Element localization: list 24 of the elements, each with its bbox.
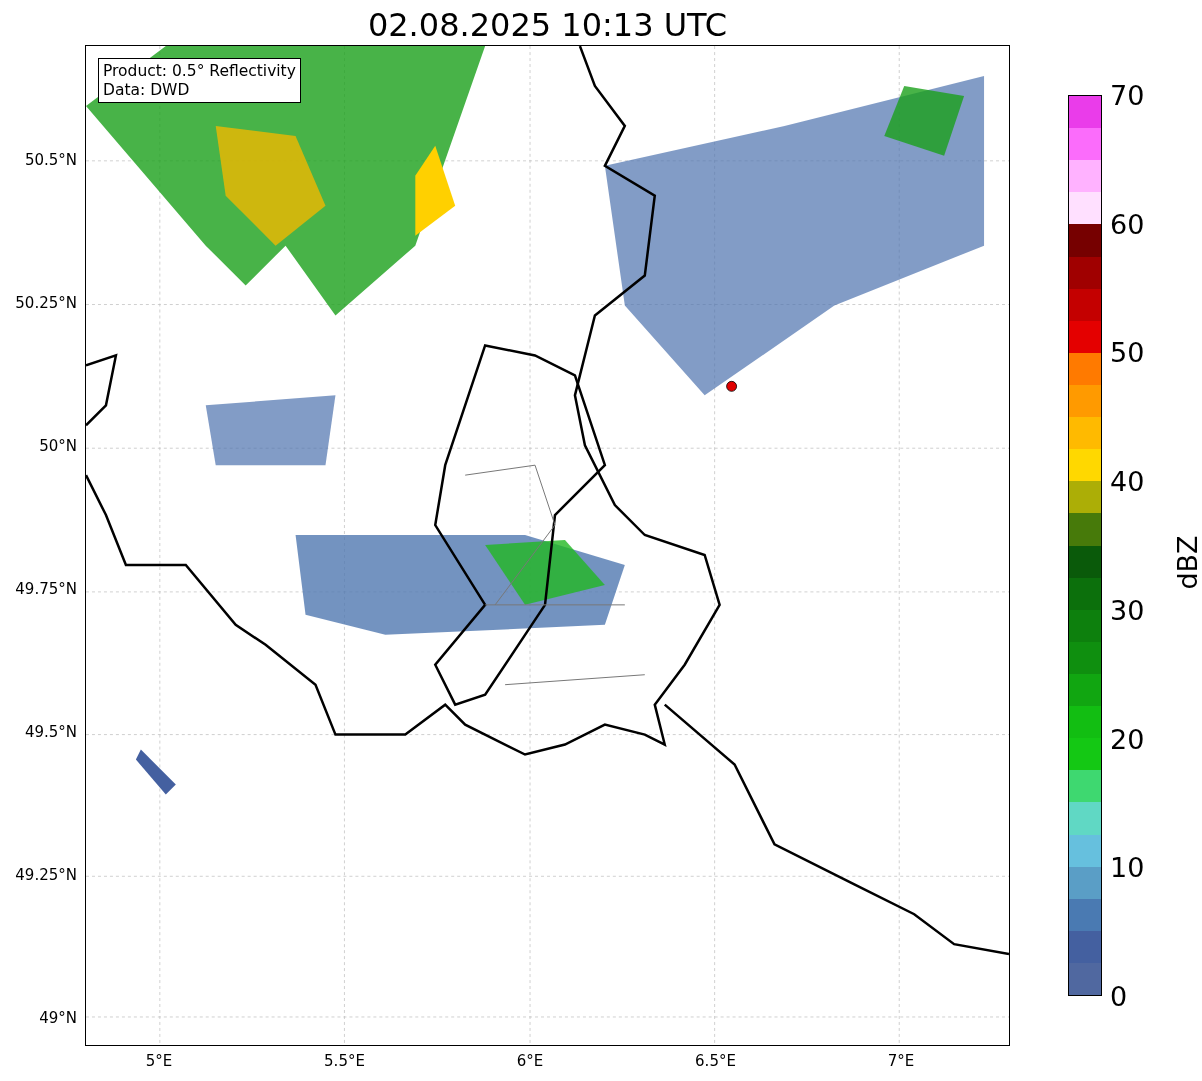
- latitude-label: 50.5°N: [24, 151, 77, 169]
- colorbar-tick-label: 20: [1110, 725, 1145, 753]
- colorbar-tick-label: 50: [1110, 338, 1145, 366]
- latitude-label: 49.25°N: [15, 866, 77, 884]
- info-text: Product: 0.5° Reflectivity: [103, 62, 296, 81]
- colorbar-tick-label: 70: [1110, 81, 1145, 109]
- colorbar-tick-label: 60: [1110, 210, 1145, 238]
- longitude-label: 5°E: [145, 1052, 173, 1070]
- colorbar-label: dBZ: [1171, 535, 1202, 590]
- longitude-label: 6°E: [516, 1052, 544, 1070]
- latitude-label: 50°N: [39, 437, 77, 455]
- colorbar-tick-label: 30: [1110, 596, 1145, 624]
- longitude-label: 7°E: [887, 1052, 915, 1070]
- colorbar-tick-label: 10: [1110, 853, 1145, 881]
- info-text: Data: DWD: [103, 80, 191, 100]
- longitude-label: 5.5°E: [324, 1052, 365, 1070]
- colorbar-tick-label: 40: [1110, 467, 1145, 495]
- latitude-label: 49.5°N: [24, 723, 77, 741]
- latitude-label: 50.25°N: [15, 294, 77, 312]
- latitude-label: 49°N: [39, 1009, 77, 1027]
- colorbar-tick-label: 0: [1110, 982, 1128, 1010]
- latitude-label: 49.75°N: [15, 580, 77, 598]
- longitude-label: 6.5°E: [695, 1052, 736, 1070]
- chart-title: 02.08.2025 10:13 UTC: [367, 9, 728, 41]
